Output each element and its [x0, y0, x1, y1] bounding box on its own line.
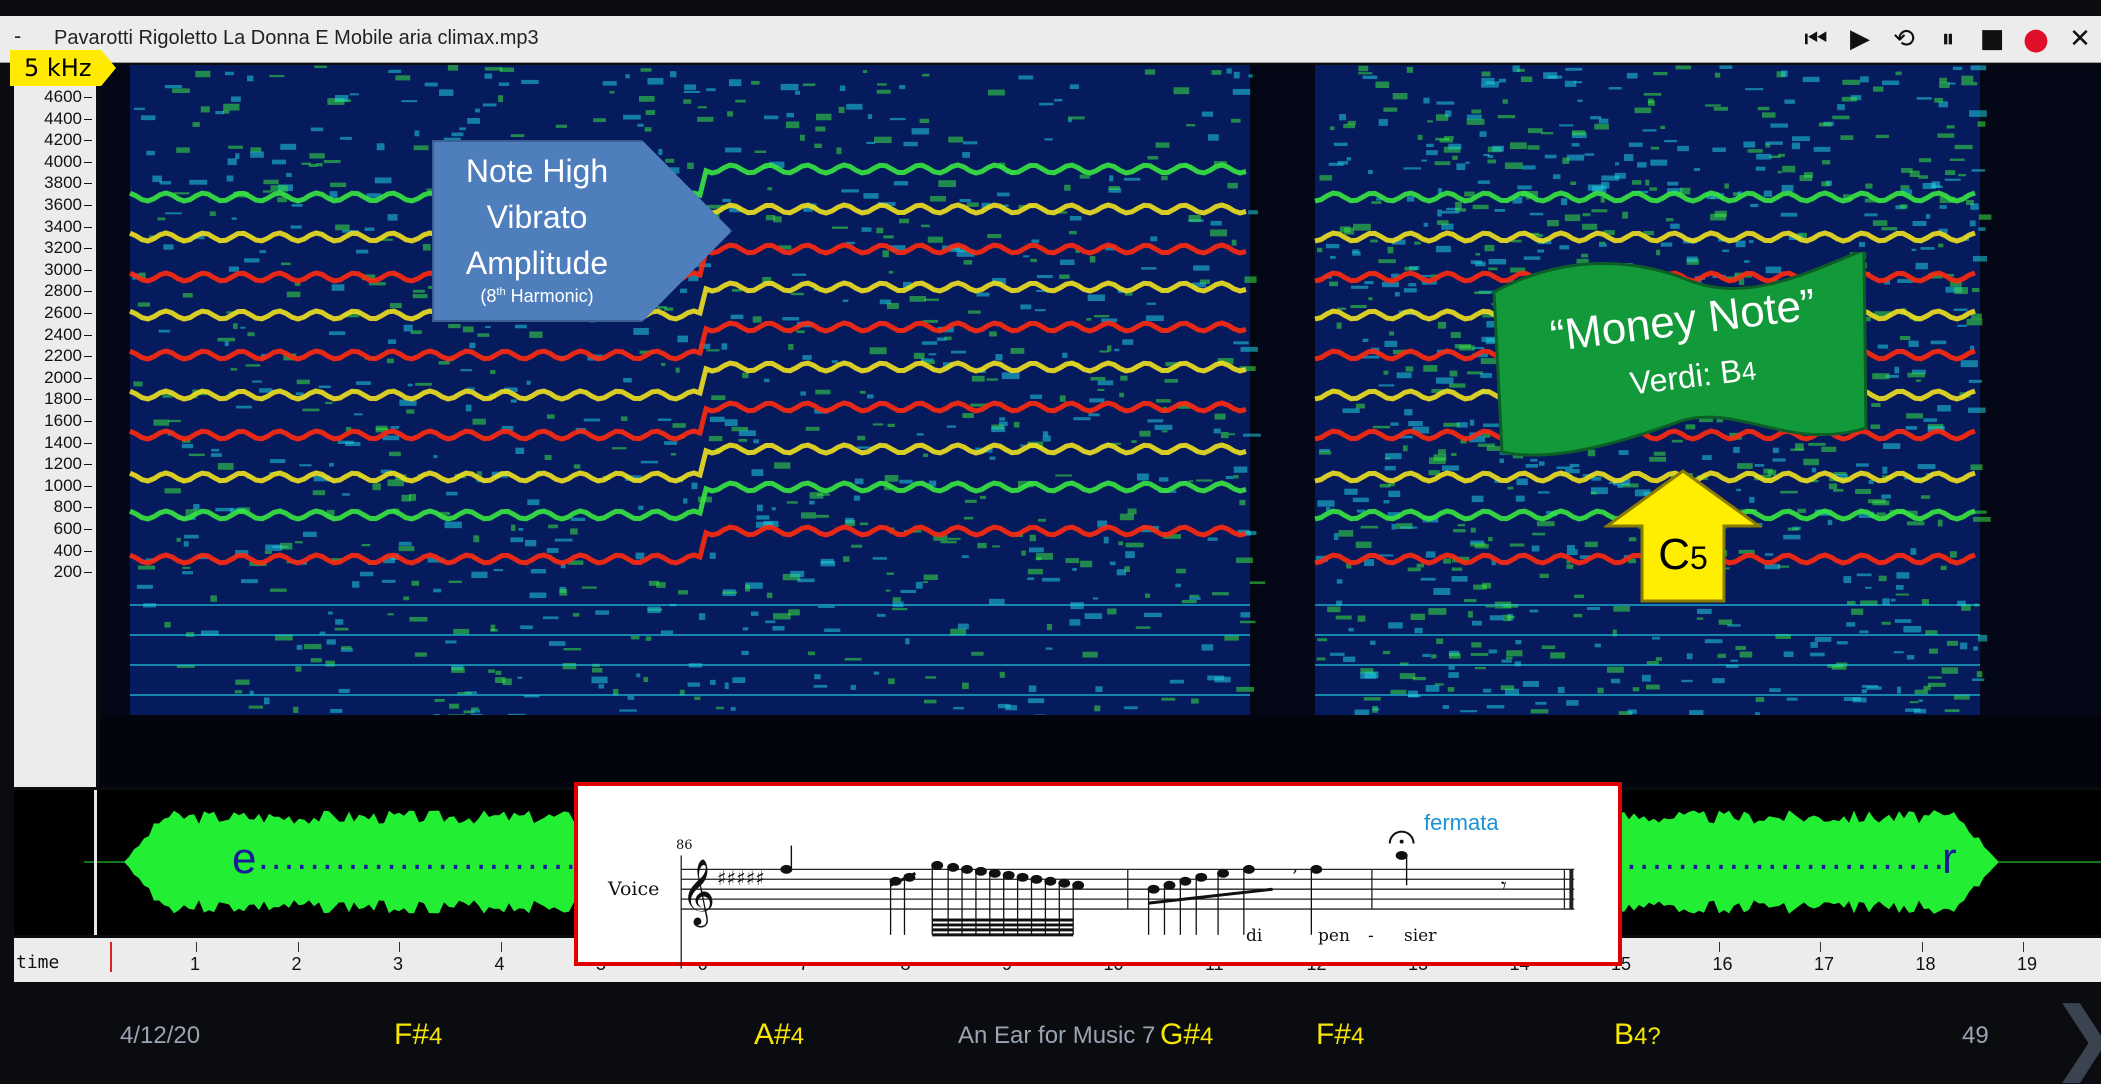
close-icon[interactable]: ✕: [2065, 24, 2095, 54]
c5-label: C5: [1658, 530, 1708, 579]
lyric-dots-right: ..........................: [1626, 838, 1942, 878]
frequency-tick: 1400: [44, 433, 92, 453]
skip-back-icon[interactable]: ⏮: [1801, 24, 1831, 54]
frequency-tick: 4000: [44, 152, 92, 172]
time-tick: [196, 942, 197, 952]
lyric-start: e: [232, 834, 257, 883]
time-tick: [500, 942, 502, 952]
measure-number: 86: [676, 838, 693, 853]
c5-arrow: C5: [1604, 468, 1762, 604]
voice-label: Voice: [608, 878, 660, 900]
time-tick: [1718, 942, 1720, 952]
svg-text:𝄾: 𝄾: [1501, 874, 1507, 899]
slide-footer: 4/12/20 F#4 A#4 An Ear for Music 7 G#4 F…: [0, 982, 2101, 1084]
footer-note: B4?: [1614, 1018, 1661, 1051]
slide: - Pavarotti Rigoletto La Donna E Mobile …: [0, 0, 2101, 1084]
score-excerpt: 𝄞 ♯♯♯♯♯ 𝄾 , Voice 86 fermata di pen - si…: [574, 782, 1622, 969]
lyric-dots-left: ..........................: [258, 838, 578, 878]
play-icon[interactable]: ▶: [1845, 24, 1875, 54]
footer-note: G#4: [1160, 1018, 1214, 1051]
frequency-tick: 3400: [44, 217, 92, 237]
loop-play-icon[interactable]: ⟲: [1889, 24, 1919, 54]
footer-note: A#4: [754, 1018, 805, 1051]
frequency-tick: 1000: [44, 476, 92, 496]
frequency-tick: 2200: [44, 346, 92, 366]
frequency-tick: 800: [54, 497, 92, 517]
frequency-tick: 3200: [44, 238, 92, 258]
frequency-tick: 3800: [44, 173, 92, 193]
playhead[interactable]: [110, 942, 112, 972]
callout-line-1: Note High: [465, 153, 609, 189]
time-tick-label: 16: [1712, 954, 1733, 974]
lyric-syllable: sier: [1404, 926, 1437, 946]
svg-text:,: ,: [1292, 855, 1298, 876]
lyric-syllable: di: [1246, 926, 1263, 946]
callout-line-3: Amplitude: [465, 245, 609, 281]
lyric-syllable: -: [1368, 926, 1374, 946]
frequency-tick: 2800: [44, 281, 92, 301]
frequency-tick: 1800: [44, 389, 92, 409]
transport-controls: ⏮ ▶ ⟲ ⏸ ■ ● ✕: [1801, 20, 2095, 58]
time-tick: [399, 942, 400, 952]
frequency-tick: 1200: [44, 454, 92, 474]
frequency-range-label: 5 kHz: [24, 54, 92, 82]
next-slide-icon[interactable]: ❯: [2050, 990, 2101, 1083]
time-label: time: [16, 952, 60, 973]
frequency-tick: 4600: [44, 87, 92, 107]
time-tick-label: 1: [190, 954, 201, 974]
time-tick-label: 19: [2017, 954, 2038, 974]
fermata-label: fermata: [1424, 810, 1499, 835]
pause-icon[interactable]: ⏸: [1933, 24, 1963, 54]
svg-text:♯♯♯♯♯: ♯♯♯♯♯: [717, 867, 765, 890]
window-titlebar: - Pavarotti Rigoletto La Donna E Mobile …: [0, 16, 2101, 63]
time-tick: [2023, 942, 2024, 952]
callout-harmonic-note: (8th Harmonic): [480, 286, 594, 306]
frequency-tick: 3600: [44, 195, 92, 215]
footer-note: F#4: [1316, 1018, 1365, 1051]
money-note-callout: “Money Note” Verdi: B4: [1488, 252, 1870, 462]
time-tick: [1921, 942, 1923, 952]
stop-icon[interactable]: ■: [1977, 24, 2007, 54]
frequency-tick: 2600: [44, 303, 92, 323]
callout-line-2: Vibrato: [486, 199, 588, 235]
slide-number: 49: [1962, 1022, 1989, 1049]
footer-note: F#4: [394, 1018, 443, 1051]
time-tick-label: 4: [494, 954, 505, 974]
frequency-tick: 1600: [44, 411, 92, 431]
frequency-tick: 4400: [44, 109, 92, 129]
waveform-divider: [94, 790, 97, 935]
frequency-tick: 2000: [44, 368, 92, 388]
slide-title-footer: An Ear for Music 7: [958, 1022, 1156, 1049]
time-tick-label: 18: [1915, 954, 1936, 974]
time-tick-label: 3: [393, 954, 404, 974]
window-menu-button[interactable]: -: [14, 24, 21, 48]
window-title: Pavarotti Rigoletto La Donna E Mobile ar…: [54, 27, 539, 49]
frequency-tick: 4200: [44, 130, 92, 150]
lyric-end: r: [1942, 834, 1957, 883]
frequency-tick: 200: [54, 562, 92, 582]
svg-text:𝄞: 𝄞: [681, 858, 715, 928]
frequency-tick: 2400: [44, 325, 92, 345]
time-tick-label: 17: [1814, 954, 1835, 974]
frequency-range-badge: 5 kHz: [10, 50, 116, 86]
vibrato-callout: Note High Vibrato Amplitude (8th Harmoni…: [432, 140, 732, 322]
lyric-syllable: pen: [1318, 926, 1350, 946]
frequency-tick: 400: [54, 541, 92, 561]
record-icon[interactable]: ●: [2021, 22, 2051, 57]
time-tick: [297, 942, 299, 952]
frequency-tick: 600: [54, 519, 92, 539]
time-tick-label: 2: [291, 954, 302, 974]
frequency-axis: 4600 4400 4200 4000 3800 3600 3400 3200 3000 2800…: [14, 65, 96, 787]
slide-date: 4/12/20: [120, 1022, 201, 1049]
time-tick: [1820, 942, 1821, 952]
frequency-tick: 3000: [44, 260, 92, 280]
